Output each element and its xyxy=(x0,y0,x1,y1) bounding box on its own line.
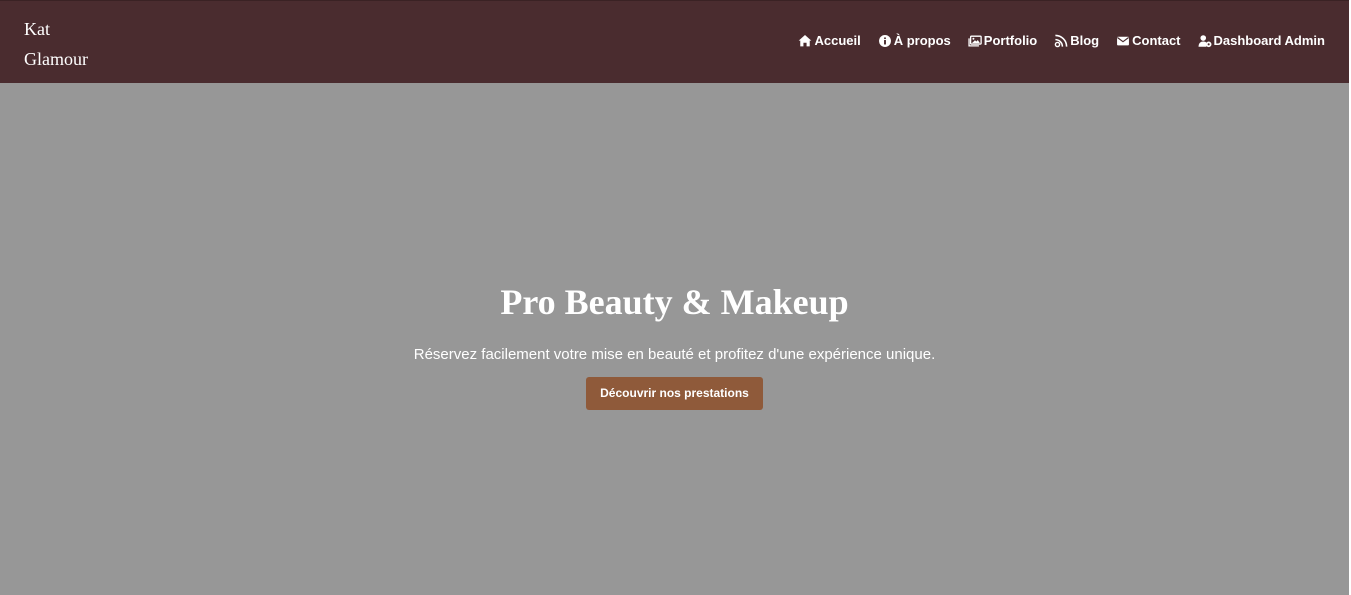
brand-line-1: Kat xyxy=(24,19,50,39)
navbar: Kat Glamour Accueil À propos Portfolio B… xyxy=(0,0,1349,83)
nav-item-blog[interactable]: Blog xyxy=(1054,32,1099,50)
envelope-icon xyxy=(1117,36,1130,46)
hero-title: Pro Beauty & Makeup xyxy=(500,282,849,322)
images-icon xyxy=(968,35,982,47)
nav-item-contact[interactable]: Contact xyxy=(1116,32,1181,50)
nav-item-label: Dashboard Admin xyxy=(1213,33,1325,48)
hero-subtitle: Réservez facilement votre mise en beauté… xyxy=(413,346,936,363)
nav-item-label: Portfolio xyxy=(983,33,1038,48)
home-icon xyxy=(799,35,812,47)
brand-line-2: Glamour xyxy=(24,49,88,69)
nav-item-dashboard-admin[interactable]: Dashboard Admin xyxy=(1198,32,1325,50)
page: Kat Glamour Accueil À propos Portfolio B… xyxy=(0,0,1351,595)
hero-section: Pro Beauty & Makeup Réservez facilement … xyxy=(0,83,1349,595)
info-icon xyxy=(878,35,891,47)
nav-item-label: Accueil xyxy=(814,33,861,48)
nav-item-label: Blog xyxy=(1070,33,1100,48)
nav-item-label: Contact xyxy=(1132,33,1181,48)
nav-item-accueil[interactable]: Accueil xyxy=(798,32,861,50)
discover-services-button[interactable]: Découvrir nos prestations xyxy=(586,377,763,410)
main-nav: Accueil À propos Portfolio Blog Contact … xyxy=(798,32,1325,50)
nav-item-a-propos[interactable]: À propos xyxy=(878,32,951,50)
nav-item-portfolio[interactable]: Portfolio xyxy=(968,32,1037,50)
brand-logo-link[interactable]: Kat Glamour xyxy=(24,14,88,74)
user-gear-icon xyxy=(1198,35,1211,48)
blog-icon xyxy=(1054,34,1068,48)
nav-item-label: À propos xyxy=(893,33,951,48)
